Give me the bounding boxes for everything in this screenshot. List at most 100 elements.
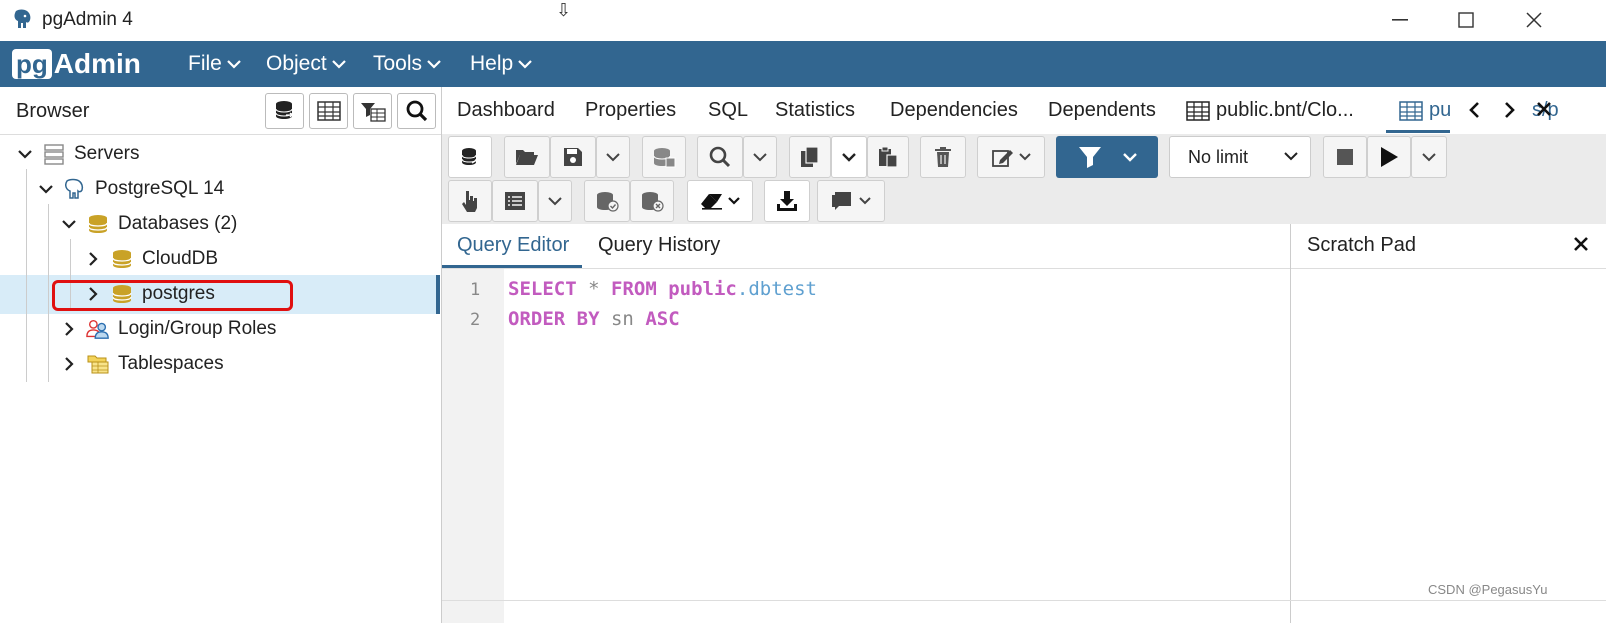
close-icon [1537, 102, 1551, 116]
tree-node-login-group-roles[interactable]: Login/Group Roles [60, 312, 276, 346]
search-icon [406, 100, 427, 122]
elephant-icon [63, 178, 87, 200]
tab-scroll-left-button[interactable] [1468, 101, 1480, 124]
edit-options-button[interactable] [977, 136, 1045, 178]
tab-public-bnt-label: public.bnt/Clo... [1216, 99, 1354, 121]
close-window-button[interactable] [1516, 6, 1552, 34]
search-objects-button[interactable] [397, 93, 436, 129]
tab-properties[interactable]: Properties [585, 99, 676, 122]
open-file-button[interactable] [504, 136, 550, 178]
code-line-2[interactable]: ORDER BY sn ASC [508, 308, 680, 330]
maximize-button[interactable] [1448, 6, 1484, 34]
servers-icon [42, 143, 66, 165]
sql-keyword: ORDER BY [508, 308, 600, 330]
copy-button[interactable] [789, 136, 831, 178]
mouse-cursor-icon: ⇩ [556, 0, 572, 20]
macro-icon [832, 192, 851, 210]
edit-icon [991, 150, 1013, 167]
copy-options-dropdown[interactable] [831, 136, 867, 178]
stop-query-button[interactable] [1323, 136, 1367, 178]
chevron-down-icon [331, 59, 346, 69]
minimize-icon [1392, 19, 1408, 21]
tree-node-tablespaces[interactable]: Tablespaces [60, 347, 224, 381]
menu-file[interactable]: File [188, 52, 241, 76]
stop-icon [1337, 149, 1353, 165]
rollback-button[interactable] [630, 180, 674, 222]
logo-admin: Admin [53, 48, 141, 79]
delete-button[interactable] [920, 136, 966, 178]
line-number: 2 [470, 310, 481, 330]
code-line-1[interactable]: SELECT * FROM public.dbtest [508, 278, 817, 300]
macros-button[interactable] [817, 180, 885, 222]
clear-button[interactable] [687, 180, 753, 222]
tree-node-postgresql-14[interactable]: PostgreSQL 14 [37, 172, 224, 206]
line-number: 1 [470, 280, 481, 300]
save-file-button[interactable] [550, 136, 596, 178]
chevron-down-icon [606, 152, 620, 161]
tree-guide-line [48, 204, 49, 382]
tab-dependents[interactable]: Dependents [1048, 99, 1156, 122]
chevron-down-icon [518, 59, 532, 69]
commit-button[interactable] [584, 180, 630, 222]
execute-options-dropdown[interactable] [1411, 136, 1447, 178]
close-tab-button[interactable] [1536, 101, 1552, 122]
tree-node-databases[interactable]: Databases (2) [60, 207, 237, 241]
menu-tools[interactable]: Tools [373, 52, 441, 76]
databases-icon [86, 213, 110, 235]
view-data-button[interactable] [309, 93, 348, 129]
save-data-icon [653, 148, 676, 168]
scratch-pad-header: Scratch Pad [1291, 224, 1606, 269]
window-title: pgAdmin 4 [42, 9, 133, 30]
table-grid-icon [1399, 100, 1423, 121]
menu-object-label: Object [266, 52, 327, 75]
tree-node-label: Login/Group Roles [118, 318, 277, 339]
paste-button[interactable] [867, 136, 909, 178]
tree-node-clouddb[interactable]: CloudDB [84, 242, 218, 276]
tab-pu-active[interactable]: pu [1399, 99, 1451, 122]
sql-keyword: FROM [611, 278, 657, 300]
database-connection-button[interactable] [448, 136, 492, 178]
find-options-dropdown[interactable] [743, 136, 777, 178]
menu-help[interactable]: Help [470, 52, 532, 76]
browser-header: Browser [0, 87, 441, 135]
minimize-button[interactable] [1382, 6, 1418, 34]
pointer-button[interactable] [448, 180, 492, 222]
query-toolbar: No limit [442, 134, 1606, 224]
chevron-down-icon [728, 197, 740, 205]
menu-object[interactable]: Object [266, 52, 346, 76]
download-csv-button[interactable] [764, 180, 810, 222]
tab-dependencies[interactable]: Dependencies [890, 99, 1018, 122]
save-data-changes-button[interactable] [642, 136, 686, 178]
save-options-dropdown[interactable] [596, 136, 630, 178]
execute-query-button[interactable] [1367, 136, 1411, 178]
watermark: CSDN @PegasusYu [1428, 582, 1548, 597]
tab-scroll-right-button[interactable] [1504, 101, 1516, 124]
chevron-down-icon [18, 149, 32, 159]
chevron-down-icon [427, 59, 441, 69]
find-button[interactable] [697, 136, 743, 178]
filtered-rows-button[interactable] [353, 93, 392, 129]
eraser-icon [701, 194, 722, 210]
tab-dashboard[interactable]: Dashboard [457, 99, 555, 122]
row-limit-select[interactable]: No limit [1169, 136, 1311, 178]
chevron-right-icon [1505, 102, 1515, 118]
explain-options-dropdown[interactable] [538, 180, 572, 222]
explain-button[interactable] [492, 180, 538, 222]
roles-icon [86, 318, 110, 340]
filter-button[interactable] [1056, 136, 1158, 178]
chevron-down-icon [548, 196, 562, 205]
tab-statistics[interactable]: Statistics [775, 99, 855, 122]
tree-node-servers[interactable]: Servers [16, 137, 139, 171]
sql-punctuation: . [736, 278, 749, 300]
close-scratch-pad-button[interactable] [1573, 232, 1589, 258]
tab-query-editor[interactable]: Query Editor [457, 234, 569, 257]
sql-keyword: ASC [645, 308, 680, 330]
tab-public-bnt[interactable]: public.bnt/Clo... [1186, 99, 1354, 122]
sql-identifier: dbtest [748, 278, 817, 300]
tab-sql[interactable]: SQL [708, 99, 748, 122]
tab-query-history[interactable]: Query History [598, 234, 720, 257]
query-tool-button[interactable] [265, 93, 304, 129]
filter-table-icon [360, 103, 386, 122]
annotation-highlight-box [52, 280, 293, 311]
database-rollback-icon [642, 192, 664, 212]
